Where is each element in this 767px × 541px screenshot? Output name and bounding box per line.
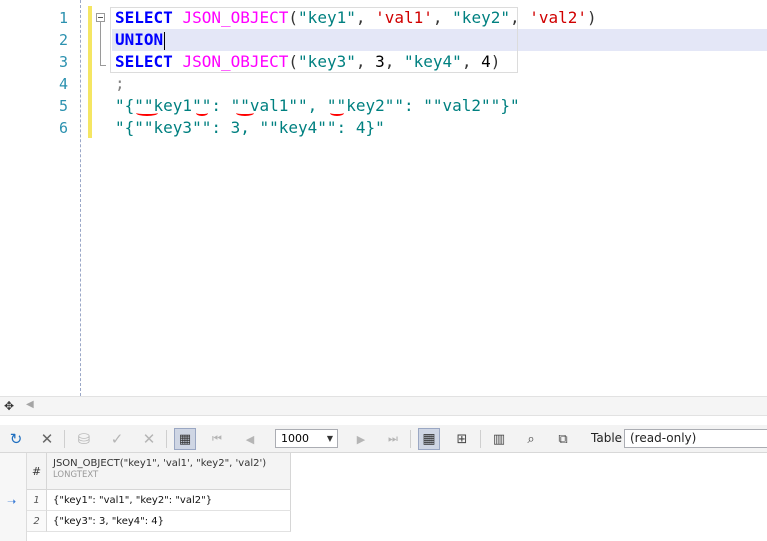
comma: , bbox=[432, 8, 453, 27]
row-limit-select[interactable]: 1000 ▼ bbox=[275, 429, 338, 448]
comma: , bbox=[461, 52, 482, 71]
toolbar-separator bbox=[166, 430, 167, 448]
row-number: 1 bbox=[27, 490, 47, 511]
line-number: 4 bbox=[58, 75, 68, 93]
string-literal: "key4" bbox=[404, 52, 462, 71]
current-row-arrow-icon: ➝ bbox=[7, 495, 17, 508]
filter-search-icon[interactable]: ⌕ bbox=[520, 428, 542, 450]
syntax-error-underline bbox=[330, 110, 344, 116]
function-name: JSON_OBJECT bbox=[182, 52, 289, 71]
line-number: 6 bbox=[58, 119, 68, 137]
form-view-icon[interactable]: ⊞ bbox=[451, 428, 473, 450]
next-page-icon[interactable]: ▶ bbox=[350, 428, 372, 450]
table-cell[interactable]: {"key3": 3, "key4": 4} bbox=[47, 511, 291, 532]
string-literal: "key3" bbox=[298, 52, 356, 71]
split-move-icon[interactable]: ✥ bbox=[4, 399, 14, 413]
refresh-icon[interactable]: ↻ bbox=[5, 428, 27, 450]
editor-scroll-strip: ✥ ◀ bbox=[0, 396, 767, 416]
number-literal: 4 bbox=[481, 52, 491, 71]
fold-margin-divider bbox=[80, 0, 81, 396]
text-caret bbox=[164, 31, 166, 50]
syntax-error-underline bbox=[236, 110, 254, 116]
previous-page-icon[interactable]: ◀ bbox=[239, 428, 261, 450]
syntax-error-underline bbox=[196, 110, 208, 116]
keyword-select: SELECT bbox=[115, 52, 173, 71]
code-line-1[interactable]: SELECT JSON_OBJECT("key1", 'val1', "key2… bbox=[115, 7, 597, 29]
code-line-4[interactable]: ; bbox=[115, 73, 125, 95]
result-grid[interactable]: ➝ # JSON_OBJECT("key1", 'val1', "key2", … bbox=[0, 453, 767, 541]
result-toolbar: ↻ ✕ ⛁ ✓ ✕ ▦ ⏮ ◀ 1000 ▼ ▶ ⏭ ▦ ⊞ ▥ ⌕ ⧉ Tab… bbox=[0, 425, 767, 453]
code-line-3[interactable]: SELECT JSON_OBJECT("key3", 3, "key4", 4) bbox=[115, 51, 500, 73]
apply-check-icon[interactable]: ✓ bbox=[106, 428, 128, 450]
keyword-select: SELECT bbox=[115, 8, 173, 27]
export-icon[interactable]: ⧉ bbox=[552, 428, 574, 450]
fold-bracket bbox=[100, 22, 106, 66]
column-header-name: JSON_OBJECT("key1", 'val1', "key2", 'val… bbox=[53, 458, 267, 469]
paren-close: ) bbox=[587, 8, 597, 27]
row-limit-value: 1000 bbox=[281, 432, 309, 445]
table-cell[interactable]: {"key1": "val1", "key2": "val2"} bbox=[47, 490, 291, 511]
toolbar-separator bbox=[410, 430, 411, 448]
comma: , bbox=[384, 52, 405, 71]
chevron-down-icon: ▼ bbox=[326, 434, 333, 443]
string-literal: "key2" bbox=[452, 8, 510, 27]
save-changes-icon[interactable]: ⛁ bbox=[73, 428, 95, 450]
syntax-error-underline bbox=[136, 110, 158, 116]
comma: , bbox=[509, 8, 530, 27]
last-page-icon[interactable]: ⏭ bbox=[382, 428, 404, 450]
table-mode-value: (read-only) bbox=[630, 431, 697, 445]
modified-lines-bar bbox=[88, 6, 92, 138]
code-line-2[interactable]: UNION bbox=[115, 29, 166, 51]
first-page-icon[interactable]: ⏮ bbox=[206, 428, 228, 450]
column-header-type: LONGTEXT bbox=[53, 470, 99, 480]
panel-gap bbox=[0, 416, 767, 425]
table-select[interactable]: (read-only) bbox=[624, 429, 767, 448]
line-number-gutter: 1 2 3 4 5 6 bbox=[0, 0, 80, 396]
function-name: JSON_OBJECT bbox=[182, 8, 289, 27]
column-header[interactable]: JSON_OBJECT("key1", 'val1', "key2", 'val… bbox=[47, 453, 291, 490]
paren-open: ( bbox=[288, 52, 299, 71]
cancel-icon[interactable]: ✕ bbox=[36, 428, 58, 450]
line-number: 3 bbox=[58, 53, 68, 71]
keyword-union: UNION bbox=[115, 30, 164, 49]
row-number: 2 bbox=[27, 511, 47, 532]
code-line-6[interactable]: "{""key3"": 3, ""key4"": 4}" bbox=[115, 117, 385, 139]
line-number: 5 bbox=[58, 97, 68, 115]
paren-open: ( bbox=[288, 8, 299, 27]
table-label: Table bbox=[591, 431, 623, 445]
paren-close: ) bbox=[490, 52, 501, 71]
toolbar-separator bbox=[480, 430, 481, 448]
number-literal: 3 bbox=[375, 52, 385, 71]
scroll-left-icon[interactable]: ◀ bbox=[26, 399, 34, 410]
grid-options-icon[interactable]: ▦ bbox=[174, 428, 196, 450]
string-literal: 'val1' bbox=[375, 8, 433, 27]
row-number-header: # bbox=[27, 453, 47, 490]
comma: , bbox=[355, 52, 376, 71]
string-literal: 'val2' bbox=[529, 8, 588, 27]
grid-view-icon[interactable]: ▦ bbox=[418, 428, 440, 450]
toolbar-separator bbox=[64, 430, 65, 448]
discard-icon[interactable]: ✕ bbox=[138, 428, 160, 450]
fold-collapse-icon[interactable] bbox=[96, 13, 105, 22]
code-line-5[interactable]: "{""key1"": ""val1"", ""key2"": ""val2""… bbox=[115, 95, 520, 117]
sql-editor[interactable]: 1 2 3 4 5 6 SELECT JSON_OBJECT("key1", '… bbox=[0, 0, 767, 396]
string-literal: "key1" bbox=[298, 8, 356, 27]
line-number: 1 bbox=[58, 9, 68, 27]
line-number: 2 bbox=[58, 31, 68, 49]
columns-icon[interactable]: ▥ bbox=[488, 428, 510, 450]
comma: , bbox=[355, 8, 376, 27]
